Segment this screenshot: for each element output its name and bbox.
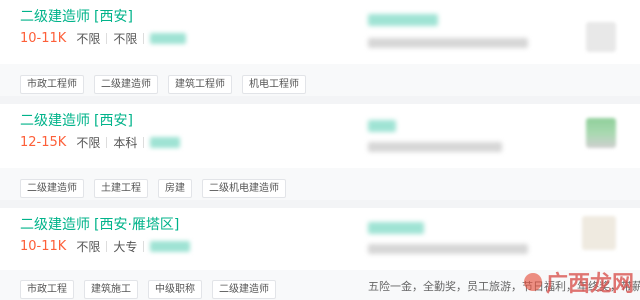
blurred-company-name[interactable] bbox=[368, 120, 396, 132]
blurred-recruiter bbox=[150, 137, 181, 148]
skill-tag[interactable]: 二级建造师 bbox=[94, 75, 158, 94]
watermark-logo-icon bbox=[523, 273, 542, 291]
company-logo[interactable] bbox=[586, 118, 616, 148]
job-location: [西安] bbox=[94, 9, 133, 25]
job-title[interactable]: 二级建造师 [西安] bbox=[20, 6, 133, 26]
blurred-recruiter bbox=[150, 33, 187, 44]
salary: 10-11K bbox=[20, 31, 67, 46]
job-meta: 10-11K 不限 不限 bbox=[20, 30, 187, 47]
blurred-company-info bbox=[368, 38, 528, 48]
skill-tag[interactable]: 建筑工程师 bbox=[168, 75, 232, 94]
skill-tag[interactable]: 二级机电建造师 bbox=[202, 179, 286, 198]
divider bbox=[143, 33, 145, 44]
skill-tag[interactable]: 建筑施工 bbox=[84, 280, 138, 299]
job-title[interactable]: 二级建造师 [西安] bbox=[20, 110, 133, 130]
education: 本科 bbox=[113, 136, 138, 150]
job-title-text[interactable]: 二级建造师 bbox=[20, 217, 90, 233]
skill-tag[interactable]: 机电工程师 bbox=[242, 75, 306, 94]
skill-tag[interactable]: 中级职称 bbox=[148, 280, 202, 299]
blurred-company-name[interactable] bbox=[368, 222, 424, 234]
experience: 不限 bbox=[76, 240, 101, 254]
skill-tag[interactable]: 土建工程 bbox=[94, 179, 148, 198]
skill-tag[interactable]: 房建 bbox=[158, 179, 192, 198]
blurred-company-info bbox=[368, 244, 528, 254]
divider bbox=[106, 137, 108, 148]
company-logo[interactable] bbox=[586, 22, 616, 52]
salary: 10-11K bbox=[20, 239, 67, 254]
divider bbox=[106, 33, 108, 44]
job-card[interactable]: 二级建造师 [西安] 12-15K 不限 本科 二级建造师 土建工程 房建 二级机电建造… bbox=[0, 104, 640, 200]
job-meta: 12-15K 不限 本科 bbox=[20, 134, 181, 151]
skill-tag[interactable]: 市政工程 bbox=[20, 280, 74, 299]
skill-tag[interactable]: 市政工程师 bbox=[20, 75, 84, 94]
watermark-text: 广西龙网 bbox=[545, 271, 634, 297]
job-location: [西安·雁塔区] bbox=[94, 217, 180, 233]
experience: 不限 bbox=[76, 136, 101, 150]
divider bbox=[143, 137, 145, 148]
job-meta: 10-11K 不限 大专 bbox=[20, 238, 191, 255]
blurred-recruiter bbox=[150, 241, 191, 252]
job-title-text[interactable]: 二级建造师 bbox=[20, 9, 90, 25]
tags-bar: 二级建造师 土建工程 房建 二级机电建造师 bbox=[0, 168, 640, 200]
experience: 不限 bbox=[76, 32, 101, 46]
job-title[interactable]: 二级建造师 [西安·雁塔区] bbox=[20, 214, 179, 234]
job-title-text[interactable]: 二级建造师 bbox=[20, 113, 90, 129]
education: 大专 bbox=[113, 240, 138, 254]
divider bbox=[143, 241, 145, 252]
watermark: 广西龙网 bbox=[523, 266, 634, 298]
skill-tag[interactable]: 二级建造师 bbox=[212, 280, 276, 299]
salary: 12-15K bbox=[20, 135, 67, 150]
skill-tag[interactable]: 二级建造师 bbox=[20, 179, 84, 198]
company-logo[interactable] bbox=[582, 216, 616, 250]
job-location: [西安] bbox=[94, 113, 133, 129]
divider bbox=[106, 241, 108, 252]
tags-bar: 市政工程师 二级建造师 建筑工程师 机电工程师 bbox=[0, 64, 640, 96]
blurred-company-info bbox=[368, 142, 502, 152]
education: 不限 bbox=[113, 32, 138, 46]
blurred-company-name[interactable] bbox=[368, 14, 438, 26]
job-card[interactable]: 二级建造师 [西安] 10-11K 不限 不限 市政工程师 二级建造师 建筑工程师 机电… bbox=[0, 0, 640, 96]
